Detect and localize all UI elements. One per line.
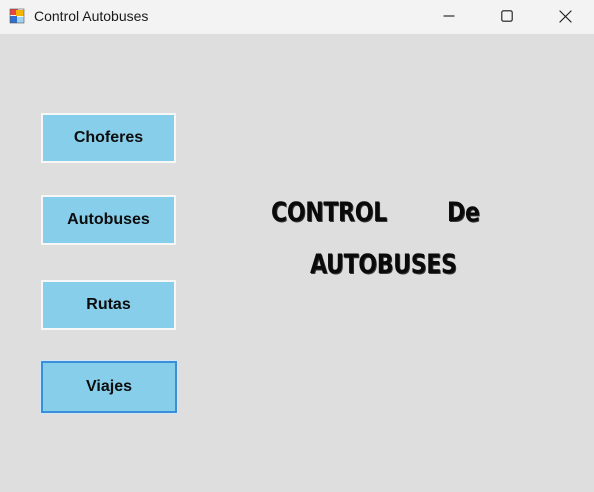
viajes-button[interactable]: Viajes xyxy=(41,361,177,413)
heading-autobuses: AUTOBUSES xyxy=(310,249,457,280)
close-icon xyxy=(558,9,572,23)
maximize-icon xyxy=(501,10,513,22)
choferes-button[interactable]: Choferes xyxy=(41,113,176,163)
form-client-area: Choferes Autobuses Rutas Viajes CONTROL … xyxy=(0,34,594,492)
rutas-button[interactable]: Rutas xyxy=(41,280,176,330)
minimize-button[interactable] xyxy=(426,0,472,32)
app-window: Control Autobuses Choferes Autobuses Rut… xyxy=(0,0,594,492)
autobuses-button[interactable]: Autobuses xyxy=(41,195,176,245)
close-button[interactable] xyxy=(542,0,588,32)
title-bar[interactable]: Control Autobuses xyxy=(0,0,594,34)
minimize-icon xyxy=(443,10,455,22)
window-title: Control Autobuses xyxy=(34,8,149,24)
heading-control: CONTROL xyxy=(271,197,387,228)
app-icon[interactable] xyxy=(9,8,25,24)
heading-de: De xyxy=(447,197,480,228)
maximize-button[interactable] xyxy=(484,0,530,32)
